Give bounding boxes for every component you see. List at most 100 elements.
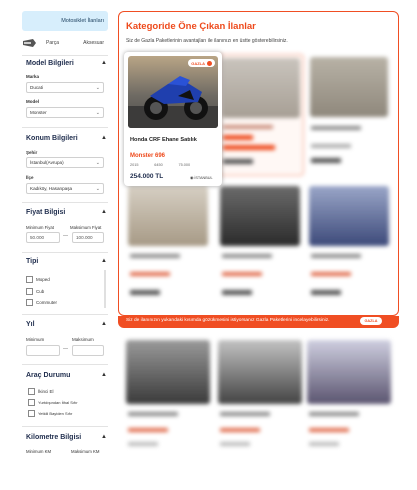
ilce-value: Kadıköy, Hasanpaşa	[30, 186, 73, 191]
tip-option-commuter[interactable]: Commuter	[26, 299, 57, 306]
ilce-label: İlçe	[26, 175, 34, 180]
collapse-caret-icon[interactable]: ▲	[101, 372, 107, 378]
text-placeholder	[222, 254, 272, 258]
text-placeholder	[223, 135, 253, 140]
listing-specs: 2015 6450 75.000	[130, 163, 216, 167]
featured-listing-card[interactable]: GAZLA Honda CRF Ehane Satılık Monster 69…	[124, 52, 222, 186]
checkbox[interactable]	[28, 388, 35, 395]
arac-option-ikinci-el[interactable]: İkinci El	[28, 388, 54, 395]
max-fiyat-input[interactable]: 100.000	[72, 232, 104, 243]
max-fiyat-value: 100.000	[76, 235, 93, 240]
checkbox[interactable]	[26, 288, 33, 295]
marka-select[interactable]: Ducati ⌄	[26, 82, 104, 93]
listing-card[interactable]	[307, 54, 391, 174]
tab-aksesuar-label: Aksesuar	[83, 40, 104, 46]
listing-price: 254.000 TL	[130, 173, 164, 180]
checkbox[interactable]	[26, 276, 33, 283]
arac-option-bayi-sifir[interactable]: Yetkili Bayiden Sıfır	[28, 410, 72, 417]
yil-min-label: Minimum	[26, 337, 45, 342]
marka-value: Ducati	[30, 85, 44, 90]
chevron-down-icon: ⌄	[95, 110, 100, 116]
listing-image	[220, 186, 300, 246]
listing-card[interactable]	[126, 340, 210, 460]
gazla-badge-label: GAZLA	[191, 60, 205, 66]
checkbox[interactable]	[26, 299, 33, 306]
arac-option-ithal-sifir[interactable]: Yurtdışından İthal Sıfır	[28, 399, 78, 406]
text-placeholder	[128, 442, 158, 446]
yil-max-label: Maksimum	[72, 337, 94, 342]
text-placeholder	[311, 144, 351, 148]
min-fiyat-value: 50.000	[30, 235, 45, 240]
range-dash: —	[63, 233, 68, 239]
listing-card[interactable]	[126, 186, 210, 301]
tip-option-cub[interactable]: Cub	[26, 288, 44, 295]
collapse-caret-icon[interactable]: ▲	[101, 135, 107, 141]
spec-cc: 75.000	[178, 163, 191, 167]
km-min-label: Minimum KM	[26, 449, 52, 454]
listing-card[interactable]	[218, 54, 304, 176]
listing-location: ◉ İSTANBUL	[190, 175, 213, 181]
tab-parca[interactable]: Parça	[22, 33, 64, 53]
divider	[22, 252, 108, 253]
listing-image	[310, 57, 388, 117]
yil-min-input[interactable]	[26, 345, 60, 356]
collapse-caret-icon[interactable]: ▲	[101, 60, 107, 66]
listing-image	[222, 58, 300, 118]
text-placeholder	[309, 428, 349, 432]
checkbox-label: Cub	[36, 289, 45, 294]
gazla-pill-button[interactable]: GAZLA	[360, 317, 382, 325]
text-placeholder	[311, 290, 341, 295]
section-title-fiyat: Fiyat Bilgisi	[26, 209, 66, 216]
part-icon	[23, 39, 36, 47]
listing-image	[128, 186, 208, 246]
divider	[22, 127, 108, 128]
spec-year: 2015	[130, 163, 139, 167]
min-fiyat-input[interactable]: 50.000	[26, 232, 60, 243]
gazla-badge: GAZLA	[188, 59, 215, 67]
listing-image	[218, 340, 302, 404]
divider	[22, 426, 108, 427]
yil-max-input[interactable]	[72, 345, 104, 356]
collapse-caret-icon[interactable]: ▲	[101, 321, 107, 327]
text-placeholder	[223, 159, 253, 164]
text-placeholder	[130, 254, 180, 258]
model-value: Monster	[30, 110, 47, 115]
listing-card[interactable]	[218, 186, 302, 301]
text-placeholder	[220, 442, 250, 446]
ilce-select[interactable]: Kadıköy, Hasanpaşa ⌄	[26, 183, 104, 194]
section-title-arac-durumu: Araç Durumu	[26, 372, 71, 379]
checkbox[interactable]	[28, 410, 35, 417]
section-title-model: Model Bilgileri	[26, 60, 74, 67]
scrollbar[interactable]	[104, 270, 106, 308]
model-select[interactable]: Monster ⌄	[26, 107, 104, 118]
tab-motosiklet-ilanlari[interactable]: Motosiklet İlanları	[22, 11, 108, 31]
location-label: İSTANBUL	[194, 175, 213, 180]
max-fiyat-label: Maksimum Fiyat	[70, 225, 102, 230]
checkbox-label: Yetkili Bayiden Sıfır	[38, 411, 73, 416]
km-max-label: Maksimum KM	[71, 449, 100, 454]
divider	[22, 314, 108, 315]
text-placeholder	[223, 145, 275, 150]
text-placeholder	[223, 125, 273, 129]
collapse-caret-icon[interactable]: ▲	[101, 434, 107, 440]
sehir-select[interactable]: İstanbul(Avrupa) ⌄	[26, 157, 104, 168]
listing-image	[307, 340, 391, 404]
listing-card[interactable]	[218, 340, 302, 460]
listing-model: Monster 696	[130, 153, 166, 159]
text-placeholder	[130, 272, 170, 276]
listing-image	[309, 186, 389, 246]
listing-card[interactable]	[307, 186, 391, 301]
divider	[22, 202, 108, 203]
listing-card[interactable]	[307, 340, 391, 460]
featured-subtitle: Siz de Gazla Paketlerinin avantajları il…	[126, 38, 288, 44]
listing-title: Honda CRF Ehane Satılık	[130, 137, 197, 143]
checkbox-label: Yurtdışından İthal Sıfır	[38, 400, 78, 405]
tip-option-moped[interactable]: Moped	[26, 276, 50, 283]
tab-aksesuar[interactable]: Aksesuar	[68, 33, 108, 53]
checkbox-label: Commuter	[36, 300, 58, 305]
listing-image: GAZLA	[128, 56, 218, 128]
collapse-caret-icon[interactable]: ▲	[101, 209, 107, 215]
checkbox[interactable]	[28, 399, 35, 406]
collapse-caret-icon[interactable]: ▲	[101, 258, 107, 264]
text-placeholder	[222, 290, 252, 295]
